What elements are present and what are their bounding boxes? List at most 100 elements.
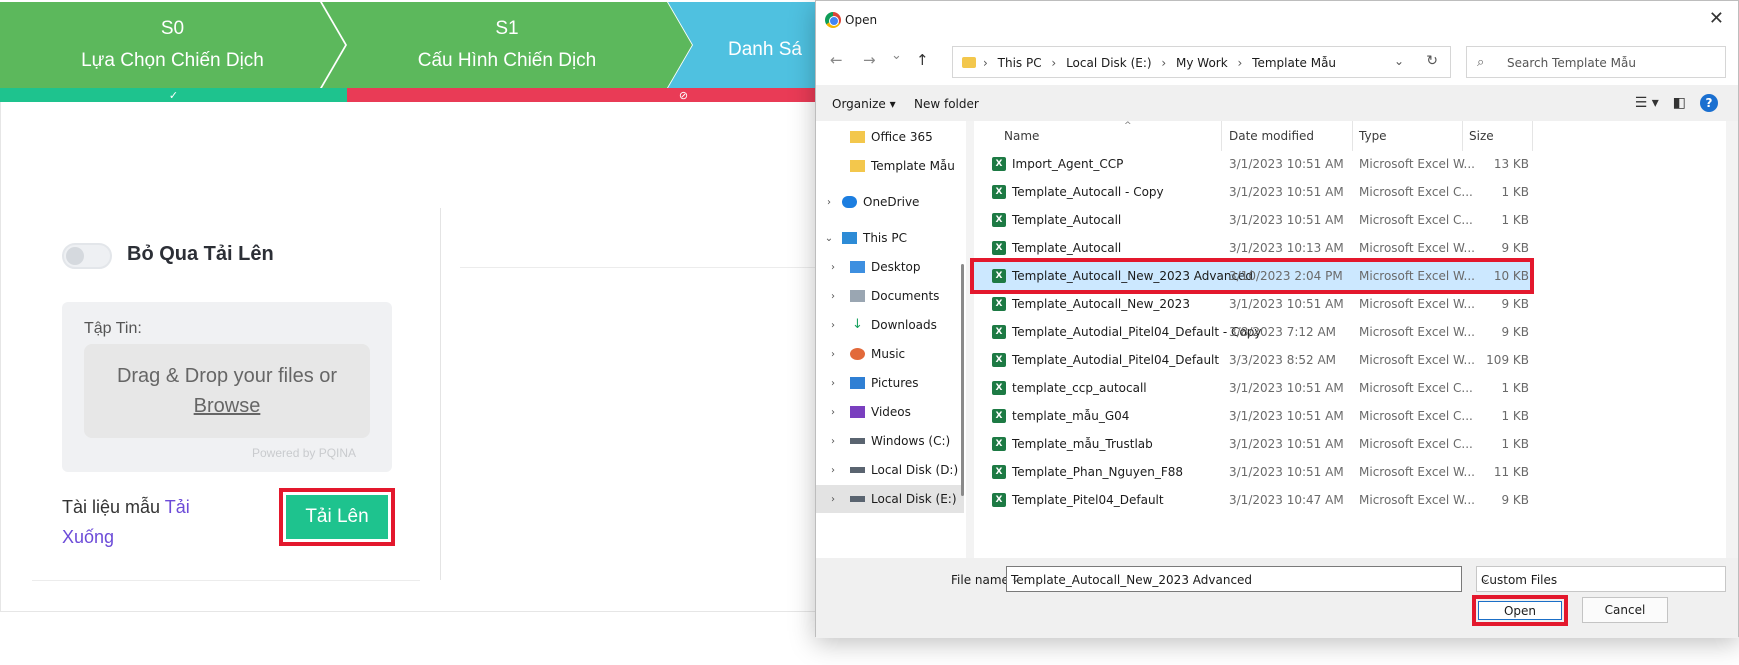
nav-item-label: Downloads: [871, 318, 937, 332]
chevron-right-icon[interactable]: ›: [816, 291, 850, 302]
excel-file-icon: X: [992, 493, 1006, 507]
chevron-down-icon[interactable]: ⌄: [1011, 572, 1455, 585]
file-row[interactable]: X Import_Agent_CCP 3/1/2023 10:51 AM Micros…: [974, 150, 1534, 178]
step-s1[interactable]: S1 Cấu Hình Chiến Dịch: [322, 2, 692, 88]
file-row[interactable]: X Template_Autodial_Pitel04_Default - Cop…: [974, 318, 1534, 346]
column-divider[interactable]: [1532, 121, 1533, 151]
file-row[interactable]: X Template_mẫu_Trustlab 3/1/2023 10:51 AM M…: [974, 430, 1534, 458]
step-s0[interactable]: S0 Lựa Chọn Chiến Dịch: [0, 2, 345, 88]
open-button[interactable]: Open: [1478, 601, 1562, 620]
file-row[interactable]: X Template_Phan_Nguyen_F88 3/1/2023 10:51 …: [974, 458, 1534, 486]
search-input[interactable]: ⌕ Search Template Mẫu: [1466, 46, 1726, 78]
file-row[interactable]: X Template_Pitel04_Default 3/1/2023 10:47 …: [974, 486, 1534, 514]
breadcrumb-item[interactable]: This PC: [998, 56, 1042, 70]
file-type-select[interactable]: Custom Files ⌄: [1476, 566, 1726, 592]
column-divider[interactable]: [1352, 121, 1353, 151]
up-arrow-icon[interactable]: ↑: [916, 51, 929, 69]
skip-upload-toggle[interactable]: [62, 243, 112, 269]
folder-icon: [850, 160, 865, 172]
nav-item-downloads[interactable]: › ↓ Downloads: [816, 311, 964, 339]
chevron-right-icon: ›: [1051, 56, 1057, 70]
chevron-right-icon[interactable]: ›: [816, 197, 842, 208]
recent-locations-icon[interactable]: ⌄: [891, 48, 902, 63]
nav-item-local-disk-e[interactable]: › Local Disk (E:): [816, 485, 964, 513]
nav-item-onedrive[interactable]: › OneDrive: [816, 188, 964, 216]
card-bottom-border: [32, 580, 420, 581]
file-row[interactable]: Xtemplate_ccp_autocall 3/1/2023 10:51 AM M…: [974, 374, 1534, 402]
nav-item-documents[interactable]: › Documents: [816, 282, 964, 310]
back-arrow-icon[interactable]: ←: [830, 51, 843, 69]
column-header-size[interactable]: Size: [1469, 129, 1494, 143]
chevron-right-icon: ›: [983, 56, 988, 70]
file-name: Template_Phan_Nguyen_F88: [1012, 465, 1184, 479]
column-divider[interactable]: [1462, 121, 1463, 151]
chevron-right-icon[interactable]: ›: [816, 262, 850, 273]
excel-file-icon: X: [992, 381, 1006, 395]
chevron-right-icon: ›: [1161, 56, 1167, 70]
column-header-date[interactable]: Date modified: [1229, 129, 1314, 143]
preview-pane-icon[interactable]: ◧: [1673, 95, 1686, 111]
excel-file-icon: X: [992, 353, 1006, 367]
file-drop-zone[interactable]: Drag & Drop your files or Browse: [84, 344, 370, 438]
chevron-right-icon[interactable]: ›: [816, 436, 850, 447]
file-row[interactable]: X Template_Autocall 3/1/2023 10:51 AM Micro…: [974, 206, 1534, 234]
chevron-right-icon[interactable]: ›: [816, 407, 850, 418]
column-header-name[interactable]: Name: [1004, 129, 1039, 143]
chevron-right-icon[interactable]: ›: [816, 378, 850, 389]
upload-button[interactable]: Tải Lên: [286, 495, 388, 539]
nav-item-pictures[interactable]: › Pictures: [816, 369, 964, 397]
step-label: Lựa Chọn Chiến Dịch: [81, 50, 264, 71]
chevron-down-icon[interactable]: ⌄: [1394, 54, 1404, 68]
browse-link[interactable]: Browse: [194, 391, 261, 421]
cancel-button[interactable]: Cancel: [1582, 597, 1668, 623]
chevron-right-icon[interactable]: ›: [816, 349, 850, 360]
file-row[interactable]: Xtemplate_mẫu_G04 3/1/2023 10:51 AM Micros…: [974, 402, 1534, 430]
file-date: 3/8/2023 7:12 AM: [1229, 325, 1337, 339]
nav-pane-scrollbar[interactable]: [961, 264, 964, 496]
dialog-titlebar: Open ✕: [816, 1, 1738, 39]
help-icon[interactable]: ?: [1700, 94, 1718, 112]
breadcrumb-item[interactable]: My Work: [1176, 56, 1228, 70]
close-icon[interactable]: ✕: [1709, 8, 1724, 29]
file-row[interactable]: X Template_Autodial_Pitel04_Default 3/3/20…: [974, 346, 1534, 374]
nav-item-music[interactable]: › Music: [816, 340, 964, 368]
chevron-down-icon[interactable]: ⌄: [816, 233, 842, 244]
file-row[interactable]: X Template_Autocall_New_2023 3/1/2023 10:5…: [974, 290, 1534, 318]
nav-item-label: Template Mẫu: [871, 159, 955, 173]
address-bar[interactable]: › This PC › Local Disk (E:) › My Work › …: [952, 46, 1451, 78]
forward-arrow-icon[interactable]: →: [863, 51, 876, 69]
dialog-navbar: ← → ⌄ ↑ › This PC › Local Disk (E:) › My…: [816, 39, 1738, 85]
file-name-input[interactable]: Template_Autocall_New_2023 Advanced ⌄: [1006, 566, 1462, 592]
breadcrumb-item[interactable]: Local Disk (E:): [1066, 56, 1152, 70]
nav-item-label: Office 365: [871, 130, 933, 144]
view-menu-icon[interactable]: ☰ ▾: [1635, 95, 1659, 111]
new-folder-button[interactable]: New folder: [914, 97, 979, 111]
chevron-down-icon[interactable]: ⌄: [1481, 572, 1719, 585]
nav-item-this-pc[interactable]: ⌄ This PC: [816, 224, 964, 252]
download-link[interactable]: Tải: [165, 497, 190, 517]
open-file-dialog: Open ✕ ← → ⌄ ↑ › This PC › Local Disk (E…: [815, 0, 1739, 638]
file-size: 9 KB: [1501, 493, 1529, 507]
nav-item-template-mau[interactable]: Template Mẫu: [816, 152, 964, 180]
chevron-right-icon: ›: [1237, 56, 1243, 70]
chevron-right-icon[interactable]: ›: [816, 494, 850, 505]
column-divider[interactable]: [1221, 121, 1222, 151]
file-type: Microsoft Excel W...: [1359, 493, 1475, 507]
organize-button[interactable]: Organize ▾: [832, 97, 896, 111]
nav-item-videos[interactable]: › Videos: [816, 398, 964, 426]
file-type: Microsoft Excel C...: [1359, 381, 1473, 395]
nav-item-local-disk-d[interactable]: › Local Disk (D:): [816, 456, 964, 484]
column-header-type[interactable]: Type: [1359, 129, 1387, 143]
search-icon: ⌕: [1477, 55, 1485, 70]
refresh-icon[interactable]: ↻: [1426, 53, 1438, 69]
chevron-right-icon[interactable]: ›: [816, 465, 850, 476]
file-row[interactable]: X Template_Autocall - Copy 3/1/2023 10:51 …: [974, 178, 1534, 206]
nav-item-windows-c[interactable]: › Windows (C:): [816, 427, 964, 455]
chevron-right-icon[interactable]: ›: [816, 320, 850, 331]
nav-item-desktop[interactable]: › Desktop: [816, 253, 964, 281]
breadcrumb-item[interactable]: Template Mẫu: [1252, 56, 1336, 70]
download-link-continued[interactable]: Xuống: [62, 527, 114, 547]
nav-item-office365[interactable]: Office 365: [816, 123, 964, 151]
excel-file-icon: X: [992, 465, 1006, 479]
file-type: Microsoft Excel W...: [1359, 465, 1475, 479]
